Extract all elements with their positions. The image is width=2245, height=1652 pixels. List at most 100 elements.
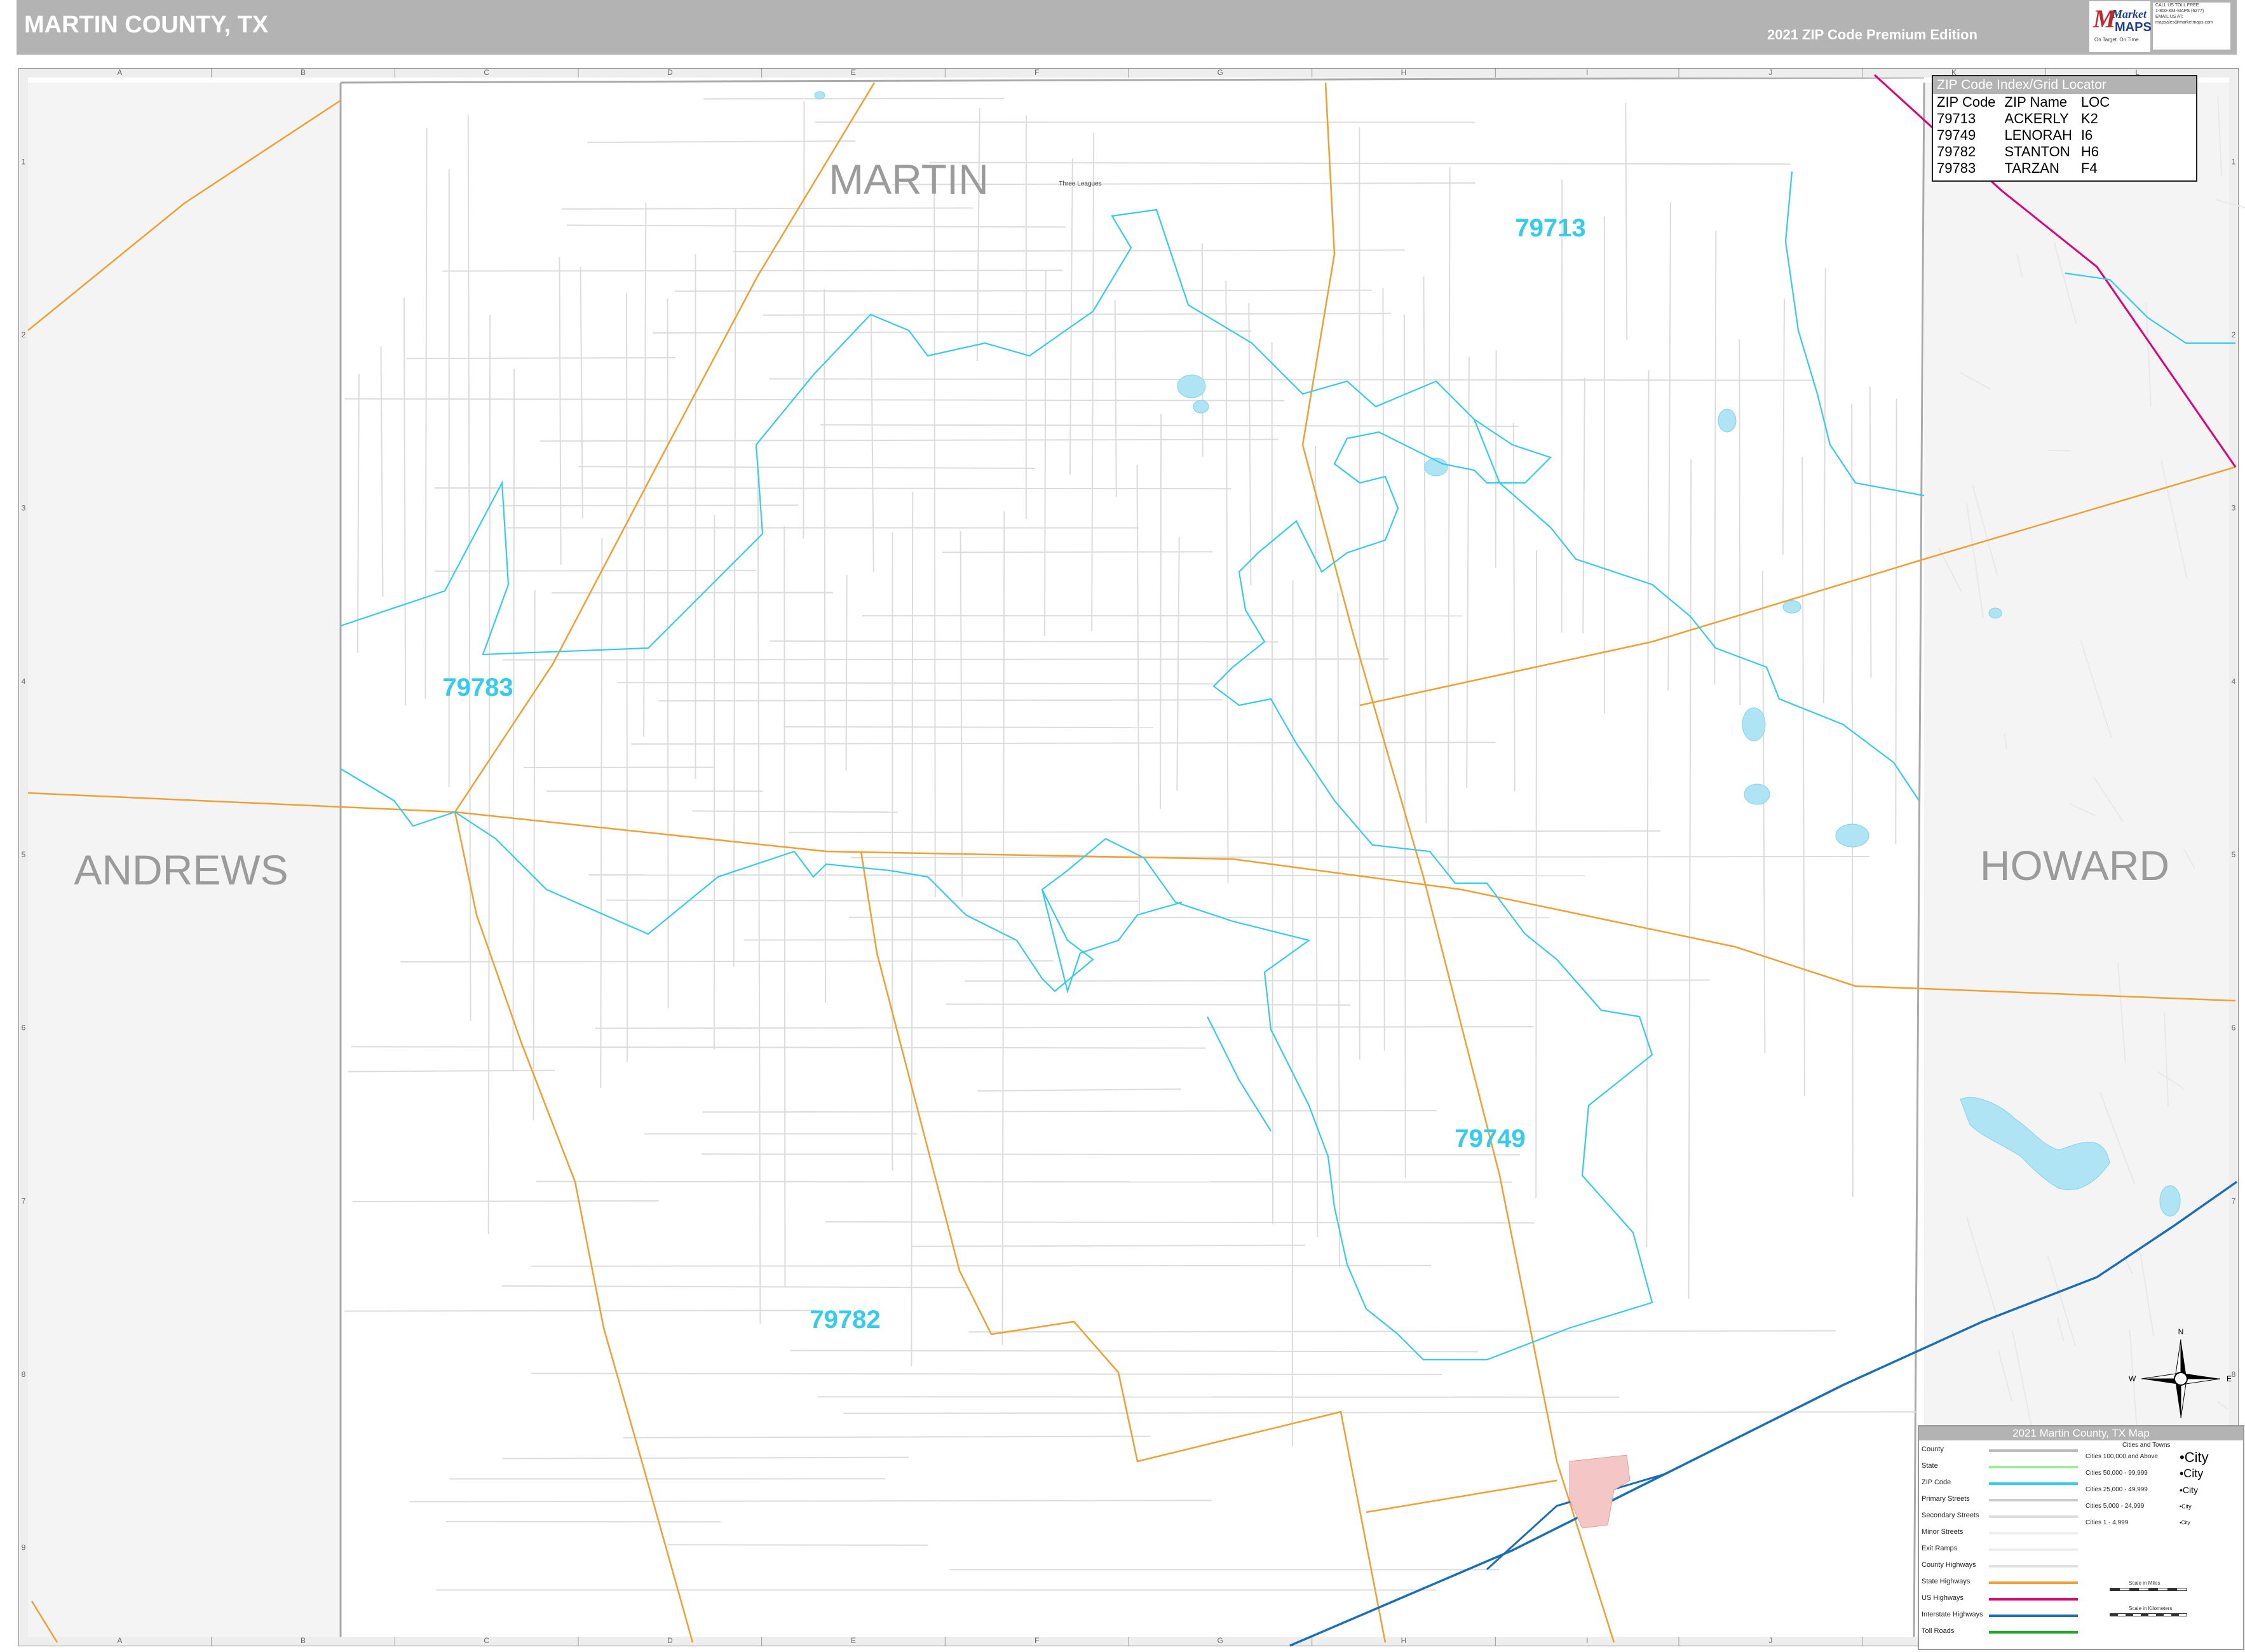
region-label-andrews: ANDREWS: [74, 846, 288, 893]
zip-index-row: 79782 STANTON H6: [1937, 144, 2119, 160]
legend-item-swatch: [1989, 1499, 2078, 1501]
grid-column-label: D: [667, 1636, 673, 1645]
legend-city-range: Cities 25,000 - 49,999: [2086, 1486, 2148, 1493]
pond: [1835, 823, 1869, 848]
legend-city-range: Cities 50,000 - 99,999: [2086, 1470, 2148, 1477]
legend-item-label: Primary Streets: [1922, 1495, 1970, 1503]
grid-column-label: E: [851, 1636, 856, 1645]
legend-city-sample: •City: [2180, 1485, 2199, 1495]
zip-index-row: 79783 TARZAN F4: [1937, 160, 2119, 177]
minor-road: [703, 97, 1005, 100]
grid-row-label: 9: [22, 1543, 26, 1552]
legend-item-label: County Highways: [1922, 1561, 1976, 1569]
minor-road: [1291, 580, 1294, 1447]
grid-column-label: G: [1217, 1636, 1223, 1645]
legend-item-label: Minor Streets: [1922, 1528, 1964, 1536]
minor-road: [845, 575, 848, 771]
map-legend: 2021 Martin County, TX Map County State ZI…: [1918, 1425, 2244, 1650]
grid-column-label: C: [484, 68, 489, 77]
grid-row-label: 4: [2232, 677, 2236, 686]
zip-loc-cell: H6: [2080, 144, 2099, 159]
legend-item-swatch: [1989, 1466, 2078, 1468]
compass-east: E: [2227, 1374, 2232, 1383]
grid-row-label: 7: [2232, 1196, 2236, 1205]
grid-row-label: 3: [2232, 504, 2236, 513]
legend-city-range: Cities 1 - 4,999: [2086, 1519, 2129, 1526]
zip-name-cell: TARZAN: [2004, 160, 2059, 176]
pond: [1177, 374, 1206, 398]
minor-road: [848, 916, 1550, 919]
pond: [1193, 400, 1209, 414]
minor-road: [1561, 179, 1563, 633]
minor-road: [1271, 342, 1274, 1224]
grid-column-label: J: [1768, 68, 1772, 77]
grid-row-label: 5: [22, 850, 26, 859]
legend-city-range: Cities 100,000 and Above: [2086, 1453, 2158, 1460]
pond: [814, 91, 825, 100]
legend-item-swatch: [1989, 1631, 2078, 1634]
minor-road: [588, 874, 1585, 877]
region-label-martin: MARTIN: [829, 156, 989, 203]
zip-index-header: ZIP Code: [1937, 94, 1996, 110]
minor-road: [803, 101, 805, 539]
grid-column-label: F: [1034, 1636, 1039, 1645]
zip-name-cell: STANTON: [2004, 144, 2070, 159]
scale-miles-label: Scale in Miles: [2129, 1580, 2160, 1586]
legend-item-swatch: [1989, 1482, 2078, 1485]
zip-label: 79713: [1515, 214, 1585, 242]
grid-column-label: I: [1586, 68, 1588, 77]
grid-column-label: B: [301, 68, 306, 77]
legend-city-sample: •City: [2180, 1449, 2209, 1465]
zip-index-row: 79713 ACKERLY K2: [1937, 111, 2119, 127]
zip-index-title: ZIP Code Index/Grid Locator: [1933, 76, 2196, 94]
legend-item-label: County: [1922, 1446, 1944, 1453]
pond: [1742, 707, 1766, 741]
zip-label: 79782: [810, 1306, 880, 1334]
legend-city-sample: •City: [2180, 1503, 2192, 1510]
minor-road: [344, 1310, 816, 1312]
legend-item-label: State Highways: [1922, 1578, 1970, 1585]
grid-column-label: C: [484, 1636, 489, 1645]
minor-road: [783, 526, 786, 1287]
zip-label: 79783: [442, 674, 513, 701]
pond: [1782, 600, 1801, 614]
legend-item-swatch: [1989, 1581, 2078, 1584]
scale-bar-km: [2110, 1613, 2187, 1616]
region-label-howard: HOWARD: [1980, 842, 2169, 889]
grid-row-label: 1: [2232, 157, 2236, 166]
pond: [1718, 409, 1737, 433]
legend-item-label: State: [1922, 1462, 1938, 1470]
zip-index-header-row: ZIP Code ZIP Name LOC: [1937, 94, 2119, 111]
grid-row-label: 8: [2232, 1370, 2236, 1379]
grid-row-label: 1: [22, 157, 26, 166]
grid-row-label: 7: [22, 1196, 26, 1205]
zip-index-header: LOC: [2080, 94, 2110, 110]
legend-item-swatch: [1989, 1449, 2078, 1452]
zip-name-cell: LENORAH: [2004, 127, 2072, 143]
pond: [1988, 607, 2002, 619]
zip-cell: 79749: [1937, 127, 1976, 143]
minor-road: [352, 1200, 659, 1203]
grid-column-label: A: [117, 1636, 122, 1645]
zip-cell: 79782: [1937, 144, 1976, 159]
legend-item-label: ZIP Code: [1922, 1479, 1951, 1486]
grid-column-label: B: [301, 1636, 306, 1645]
grid-column-label: D: [667, 68, 673, 77]
grid-column-label: H: [1401, 1636, 1407, 1645]
legend-city-sample: •City: [2180, 1520, 2190, 1526]
grid-column-label: A: [117, 68, 122, 77]
zip-cell: 79783: [1937, 160, 1976, 176]
grid-column-label: I: [1586, 1636, 1588, 1645]
minor-road: [499, 504, 799, 507]
minor-road: [442, 269, 1063, 272]
minor-road: [1739, 339, 1741, 705]
legend-city-sample: •City: [2180, 1467, 2204, 1480]
zip-index-row: 79749 LENORAH I6: [1937, 127, 2119, 144]
scale-km-label: Scale in Kilometers: [2129, 1606, 2173, 1611]
grid-row-label: 3: [22, 504, 26, 513]
legend-cities-title: Cities and Towns: [2122, 1442, 2171, 1449]
minor-road: [783, 726, 1154, 729]
legend-item-swatch: [1989, 1532, 2078, 1534]
grid-row-label: 4: [22, 677, 26, 686]
legend-item-label: Secondary Streets: [1922, 1512, 1979, 1519]
